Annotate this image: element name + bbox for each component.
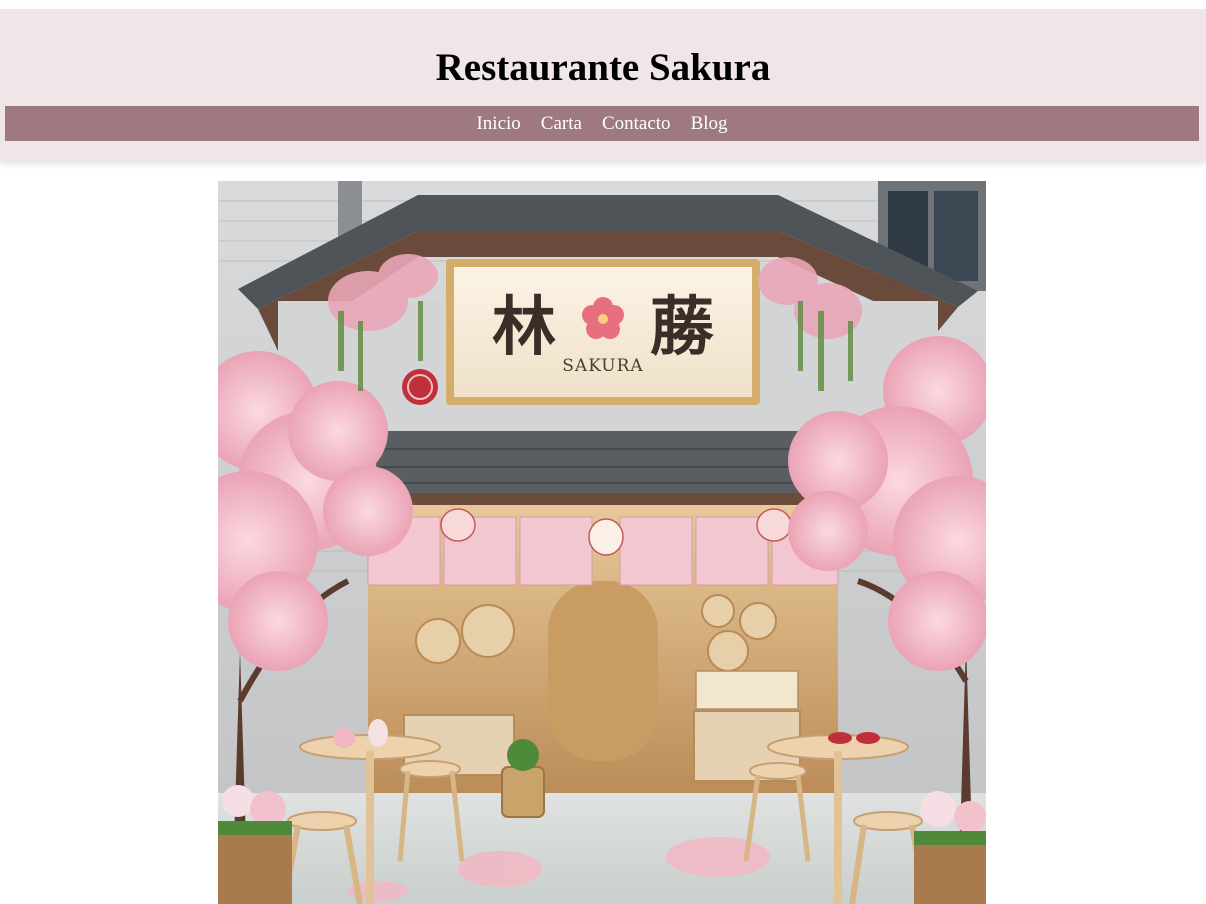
floor (218, 793, 986, 904)
sign-text: SAKURA (562, 356, 643, 376)
restaurant-facade-illustration: 林 蕂 SAKURA (218, 181, 986, 904)
hero-image: 林 蕂 SAKURA (218, 181, 986, 904)
planter-left (218, 785, 292, 904)
nav-link-blog[interactable]: Blog (691, 106, 728, 141)
main-nav: Inicio Carta Contacto Blog (5, 106, 1199, 141)
basket-planter (501, 739, 545, 818)
sign-glyph-right: 蕂 (650, 290, 714, 365)
site-header: Restaurante Sakura Inicio Carta Contacto… (0, 9, 1206, 161)
nav-link-contacto[interactable]: Contacto (602, 106, 671, 141)
planter-right (914, 791, 986, 904)
nav-link-inicio[interactable]: Inicio (476, 106, 520, 141)
page-title: Restaurante Sakura (435, 46, 771, 89)
nav-link-carta[interactable]: Carta (541, 106, 582, 141)
sign-glyph-left: 林 (492, 290, 556, 365)
interior-door (548, 581, 658, 761)
display-case (695, 670, 799, 710)
page: Restaurante Sakura Inicio Carta Contacto… (0, 0, 1206, 904)
